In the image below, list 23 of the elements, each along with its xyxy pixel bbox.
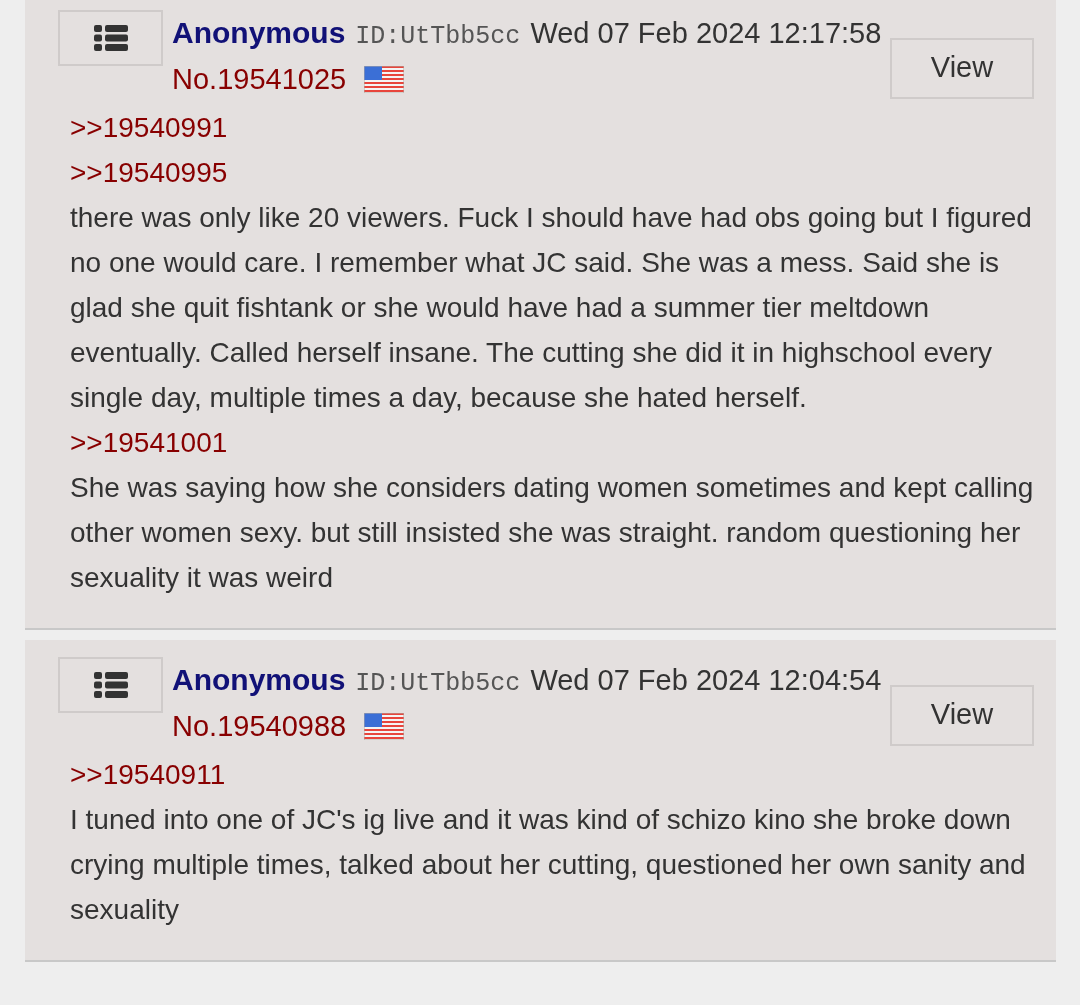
post-number: No.19541025 — [172, 61, 347, 97]
quote-link[interactable]: >>19541001 — [70, 427, 228, 458]
post-date: Wed 07 Feb 2024 12:17:58 — [530, 16, 882, 51]
poster-id: ID:UtTbb5cc — [355, 21, 521, 53]
quote-link[interactable]: >>19540911 — [70, 759, 226, 790]
list-icon — [93, 25, 128, 51]
menu-button[interactable] — [58, 10, 163, 66]
list-icon — [93, 672, 128, 698]
post-number: No.19540988 — [172, 708, 347, 744]
poster-id: ID:UtTbb5cc — [355, 668, 521, 700]
post-date: Wed 07 Feb 2024 12:04:54 — [530, 663, 882, 698]
post-text: She was saying how she considers dating women sometimes and kept calling other women sexy. but still insisted she was straight. random questioning her sexuality it was weird — [70, 471, 1034, 595]
quote-link[interactable]: >>19540995 — [70, 157, 228, 188]
view-button[interactable]: View — [890, 684, 1034, 746]
poster-name: Anonymous — [172, 662, 346, 698]
menu-button[interactable] — [58, 657, 163, 713]
post-text: there was only like 20 viewers. Fuck I should have had obs going but I figured no one would care. I remember what JC said. She was a mess. Said she is glad she quit fishtank or she would have had a summer tier meltdown eventually. Called herself insane. The cutting she did it in highschool every single day, multiple times a day, because she hated herself. — [70, 201, 1033, 415]
view-button[interactable]: View — [890, 37, 1034, 99]
quote-link[interactable]: >>19540991 — [70, 112, 228, 143]
flag-icon — [364, 712, 405, 740]
flag-icon — [364, 65, 405, 93]
post-text: I tuned into one of JC's ig live and it was kind of schizo kino she broke down crying multiple times, talked about her cutting, questioned her own sanity and sexuality — [70, 803, 1027, 927]
poster-name: Anonymous — [172, 15, 346, 51]
